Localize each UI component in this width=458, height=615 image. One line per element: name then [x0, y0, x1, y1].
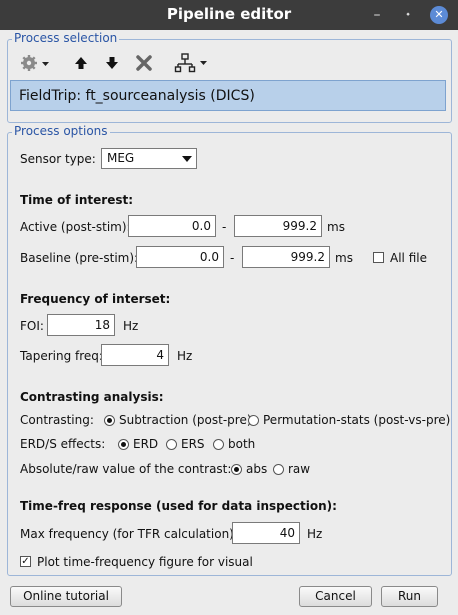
baseline-label: Baseline (pre-stim):	[20, 251, 139, 265]
close-icon[interactable]: ✕	[430, 6, 448, 24]
permutation-label: Permutation-stats (post-vs-pre)	[263, 413, 451, 427]
tfr-header: Time-freq response (used for data inspec…	[20, 499, 337, 513]
baseline-unit: ms	[335, 251, 353, 265]
ers-label: ERS	[181, 437, 205, 451]
baseline-end-input[interactable]: 999.2	[242, 246, 330, 268]
abs-radio[interactable]	[231, 464, 242, 475]
run-button[interactable]: Run	[381, 586, 438, 607]
permutation-radio[interactable]	[248, 415, 259, 426]
raw-label: raw	[288, 462, 311, 476]
arrow-down-icon	[106, 57, 118, 69]
tree-icon	[174, 53, 207, 73]
minimize-icon[interactable]: –	[368, 6, 386, 24]
contrasting-header: Contrasting analysis:	[20, 390, 164, 404]
baseline-dash: -	[230, 251, 235, 265]
delete-icon	[136, 55, 152, 71]
max-freq-unit: Hz	[307, 527, 323, 541]
window-title: Pipeline editor	[166, 5, 292, 23]
cancel-button[interactable]: Cancel	[299, 586, 372, 607]
sensor-type-dropdown[interactable]: MEG	[101, 148, 197, 169]
foi-label: FOI:	[20, 319, 44, 333]
move-up-button[interactable]	[72, 53, 90, 73]
erd-label: ERD	[133, 437, 159, 451]
sensor-type-value: MEG	[107, 151, 135, 165]
plot-tfr-checkbox[interactable]: ✓	[20, 556, 31, 567]
tapering-unit: Hz	[177, 349, 193, 363]
active-start-input[interactable]: 0.0	[128, 215, 216, 237]
gear-menu-button[interactable]	[18, 53, 52, 73]
all-file-label: All file	[390, 251, 427, 265]
restore-icon[interactable]: ⬩	[399, 6, 417, 24]
raw-radio[interactable]	[273, 464, 284, 475]
erds-label: ERD/S effects:	[20, 437, 106, 451]
active-end-input[interactable]: 999.2	[234, 215, 322, 237]
all-file-checkbox[interactable]	[373, 252, 384, 263]
ers-radio[interactable]	[166, 439, 177, 450]
subtraction-radio[interactable]	[104, 415, 115, 426]
gear-icon	[21, 55, 49, 71]
chevron-down-icon	[182, 156, 192, 162]
subtraction-label: Subtraction (post-pre)	[119, 413, 252, 427]
active-dash: -	[222, 220, 227, 234]
plot-tfr-label: Plot time-frequency figure for visual	[37, 555, 253, 569]
both-label: both	[228, 437, 256, 451]
time-of-interest-header: Time of interest:	[20, 193, 134, 207]
process-selection-legend: Process selection	[12, 31, 120, 45]
foi-input[interactable]: 18	[47, 314, 115, 336]
tree-menu-button[interactable]	[174, 52, 210, 74]
tapering-label: Tapering freq:	[20, 349, 103, 363]
baseline-start-input[interactable]: 0.0	[136, 246, 224, 268]
tapering-input[interactable]: 4	[101, 344, 169, 366]
active-unit: ms	[327, 220, 345, 234]
erd-radio[interactable]	[118, 439, 129, 450]
move-down-button[interactable]	[103, 53, 121, 73]
max-freq-input[interactable]: 40	[232, 522, 300, 544]
absraw-label: Absolute/raw value of the contrast:	[20, 462, 232, 476]
abs-label: abs	[246, 462, 268, 476]
process-options-legend: Process options	[12, 124, 110, 138]
active-label: Active (post-stim):	[20, 220, 131, 234]
sensor-type-label: Sensor type:	[20, 152, 96, 166]
frequency-header: Frequency of interset:	[20, 292, 171, 306]
delete-button[interactable]	[134, 53, 154, 73]
arrow-up-icon	[75, 57, 87, 69]
foi-unit: Hz	[123, 319, 139, 333]
title-bar: Pipeline editor – ⬩ ✕	[0, 0, 458, 30]
selected-process-item[interactable]: FieldTrip: ft_sourceanalysis (DICS)	[10, 80, 446, 111]
online-tutorial-button[interactable]: Online tutorial	[10, 586, 122, 607]
both-radio[interactable]	[213, 439, 224, 450]
contrasting-label: Contrasting:	[20, 413, 94, 427]
max-freq-label: Max frequency (for TFR calculation):	[20, 527, 238, 541]
